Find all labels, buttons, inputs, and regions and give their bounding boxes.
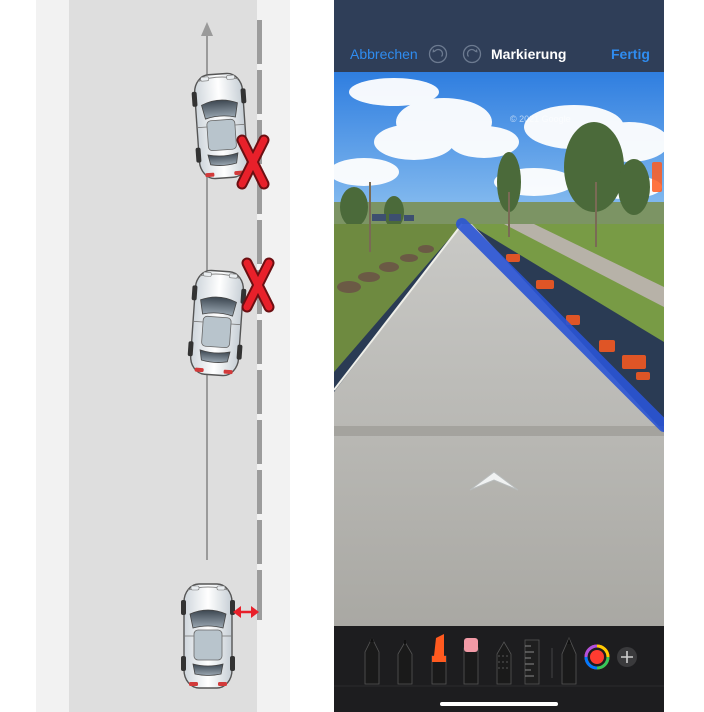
watermark: © 2021 Google [510,114,571,124]
cancel-button[interactable]: Abbrechen [350,45,418,63]
car-top [189,71,253,181]
eraser-icon[interactable] [463,638,479,685]
home-indicator [440,702,558,706]
street-view-image[interactable]: © 2021 Google [334,72,664,626]
fineliner-icon[interactable] [397,640,413,685]
ruler-icon[interactable] [524,639,540,685]
parking-diagram [0,0,330,712]
plus-icon[interactable] [617,647,637,667]
shoulder-left [36,0,69,712]
car-bottom [180,583,236,689]
navigation-bar: Abbrechen Markierung Fertig [334,0,664,72]
lasso-icon[interactable] [496,641,512,685]
markup-editor: Abbrechen Markierung Fertig © 2021 Googl… [334,0,664,712]
drawing-toolbar [334,626,664,712]
page-title: Markierung [491,46,567,62]
car-middle [185,268,249,378]
undo-icon[interactable] [428,44,448,64]
pencil-icon[interactable] [561,637,577,685]
marker-icon[interactable] [431,634,447,685]
color-picker-icon[interactable] [584,644,610,670]
redo-icon[interactable] [462,44,482,64]
done-button[interactable]: Fertig [611,45,650,63]
pen-icon[interactable] [364,637,380,685]
curb-line [257,20,262,620]
